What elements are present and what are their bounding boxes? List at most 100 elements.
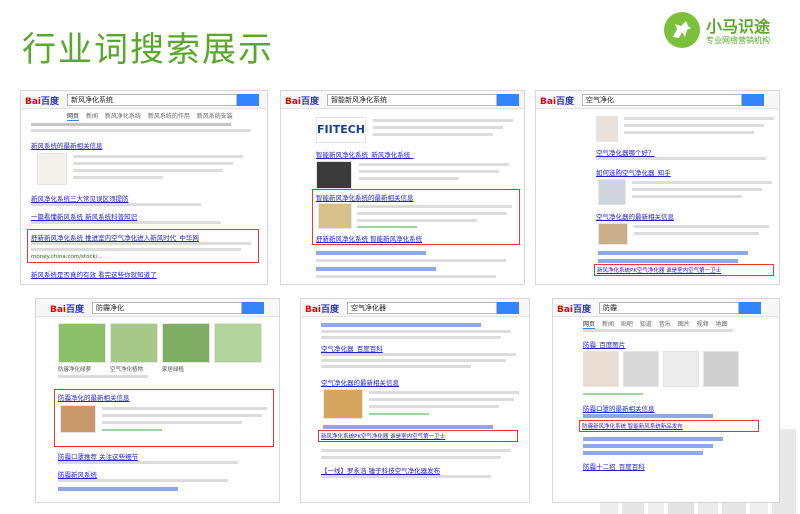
search-input[interactable]: 空气净化: [582, 94, 742, 106]
tab-news[interactable]: 新闻: [86, 113, 98, 120]
tab-zhidao[interactable]: 知道: [640, 321, 652, 328]
search-bar-area: Bai百度 防霾净化: [36, 299, 279, 317]
result-link-line: [583, 451, 703, 455]
search-button[interactable]: [237, 94, 259, 106]
horse-logo-icon: [664, 12, 700, 48]
result-snippet: [58, 479, 228, 482]
result-link[interactable]: 空气净化器的最新相关信息: [596, 211, 746, 221]
news-thumbnail: [323, 389, 363, 419]
result-snippet: [369, 405, 499, 408]
product-thumbnail: [596, 116, 618, 142]
tab-web[interactable]: 网页: [583, 321, 596, 329]
brand-name: 小马识途: [706, 17, 771, 36]
baidu-logo: Bai百度: [25, 97, 60, 107]
result-link[interactable]: 新风系统的最新相关信息: [31, 140, 231, 150]
search-bar-area: Bai百度 空气净化器: [301, 299, 529, 317]
result-link[interactable]: 空气净化器的最新相关信息: [321, 377, 501, 387]
plant-image-4: [214, 323, 262, 363]
result-link[interactable]: 防霾_百度图片: [583, 339, 733, 349]
result-snippet: [102, 407, 267, 410]
tab-web[interactable]: 网页: [67, 113, 80, 121]
result-link[interactable]: 如何选购空气净化器_知乎: [596, 167, 746, 177]
search-input[interactable]: 防霾净化: [92, 302, 242, 314]
result-link[interactable]: 防霾十二招_百度百科: [583, 461, 733, 471]
search-input[interactable]: 新风净化系统: [67, 94, 237, 106]
image-caption: 空气净化植物: [110, 367, 144, 373]
highlighted-result-link[interactable]: 新风净化系统PK空气净化器 谁是室内空气第一卫士: [321, 432, 515, 440]
tab-tieba[interactable]: 贴吧: [621, 321, 633, 328]
search-bar-area: Bai百度 新风净化系统: [21, 91, 267, 109]
result-link[interactable]: 空气净化器_百度百科: [321, 343, 501, 353]
highlighted-result-link[interactable]: 舒新新风净化系统 推进室内空气净化进入新风时代_中华网: [31, 232, 255, 242]
tab-related-2[interactable]: 新风系统的作用: [148, 113, 190, 120]
tab-related-1[interactable]: 新风净化系统: [105, 113, 141, 120]
result-snippet: [634, 225, 769, 228]
tab-news[interactable]: 新闻: [602, 321, 614, 328]
tab-music[interactable]: 音乐: [659, 321, 671, 328]
search-tabs: 网页 新闻 贴吧 知道 音乐 图片 视频 地图: [583, 319, 733, 329]
tab-related-3[interactable]: 新风系统安装: [197, 113, 233, 120]
result-link[interactable]: 空气净化器哪个好？: [596, 147, 746, 157]
product-thumbnail: [37, 153, 67, 185]
result-link-line: [321, 323, 481, 327]
result-snippet: [73, 169, 223, 172]
result-snippet: [373, 126, 503, 129]
image-caption: 家居绿植: [162, 367, 185, 373]
search-screenshot-3: Bai百度 空气净化 空气净化器哪个好？ 如何选购空气净化器_知乎 空气净化器的…: [535, 90, 780, 285]
result-snippet: [373, 119, 513, 122]
result-snippet: [369, 391, 519, 394]
image-caption: 防霾净化绿萝: [58, 367, 92, 373]
result-snippet: [359, 177, 459, 180]
search-button[interactable]: [242, 302, 264, 314]
search-button[interactable]: [742, 94, 764, 106]
search-button[interactable]: [739, 302, 761, 314]
result-link-line: [583, 414, 713, 418]
result-snippet: [357, 219, 477, 222]
result-snippet: [357, 212, 507, 215]
result-snippet: [31, 203, 201, 206]
highlighted-result-link[interactable]: 新风净化系统PK空气净化器 谁是室内空气第一卫士: [597, 266, 771, 274]
tab-video[interactable]: 视频: [697, 321, 709, 328]
result-link[interactable]: 舒新新风净化系统 智能新风净化系统: [316, 233, 516, 243]
result-url: [102, 429, 162, 431]
search-screenshot-4: Bai百度 防霾净化 防霾净化绿萝 空气净化植物 家居绿植 防霾净化的最新相关信…: [35, 298, 280, 503]
result-link-line: [583, 444, 713, 448]
brand-slogan: 专业网络营销机构: [706, 36, 770, 45]
brand-image: FIITECH: [316, 117, 366, 143]
result-snippet: [369, 398, 514, 401]
result-link[interactable]: 防霾口罩的最新相关信息: [583, 403, 743, 413]
result-snippet: [321, 456, 501, 459]
search-screenshot-1: Bai百度 新风净化系统 网页 新闻 新风净化系统 新风系统的作用 新风系统安装…: [20, 90, 268, 285]
result-link[interactable]: 智能新风净化系统_新风净化系统_: [316, 149, 516, 159]
search-button[interactable]: [497, 302, 519, 314]
result-snippet: [321, 336, 501, 339]
result-link[interactable]: 防霾新风系统: [58, 469, 258, 479]
image-result-4: [703, 351, 739, 387]
baidu-logo: Bai百度: [50, 305, 85, 315]
result-snippet: [596, 157, 766, 160]
result-snippet: [58, 461, 238, 464]
search-input[interactable]: 智能新风净化系统: [327, 94, 497, 106]
baidu-logo: Bai百度: [305, 305, 340, 315]
result-link[interactable]: 新风净化系统三大常见误区须提防: [31, 193, 211, 203]
result-snippet: [359, 170, 499, 173]
search-button[interactable]: [497, 94, 519, 106]
highlighted-result-link[interactable]: 智能新风净化系统的最新相关信息: [316, 192, 516, 202]
result-link[interactable]: 一篇看懂新风系统 新风系统科普知识: [31, 211, 211, 221]
highlighted-result-link[interactable]: 防霾新风净化系统 智能新风系统新品发布: [582, 422, 756, 430]
tab-images[interactable]: 图片: [678, 321, 690, 328]
result-url: [357, 226, 417, 228]
result-snippet: [31, 123, 231, 126]
result-url: [583, 393, 643, 395]
search-input[interactable]: 防霾: [599, 302, 739, 314]
result-link[interactable]: 【一线】罗永浩 锤子科技空气净化器发布: [321, 465, 521, 475]
search-input[interactable]: 空气净化器: [347, 302, 497, 314]
result-link[interactable]: 防霾口罩推荐 关注这些细节: [58, 451, 258, 461]
image-result-3: [663, 351, 699, 387]
search-bar-area: Bai百度 智能新风净化系统: [281, 91, 524, 109]
tab-map[interactable]: 地图: [716, 321, 728, 328]
image-result-2: [623, 351, 659, 387]
result-link[interactable]: 新风系统是否真的有效 看完这些你就知道了: [31, 269, 259, 279]
news-thumbnail: [598, 223, 628, 245]
highlighted-result-link[interactable]: 防霾净化的最新相关信息: [58, 392, 258, 402]
